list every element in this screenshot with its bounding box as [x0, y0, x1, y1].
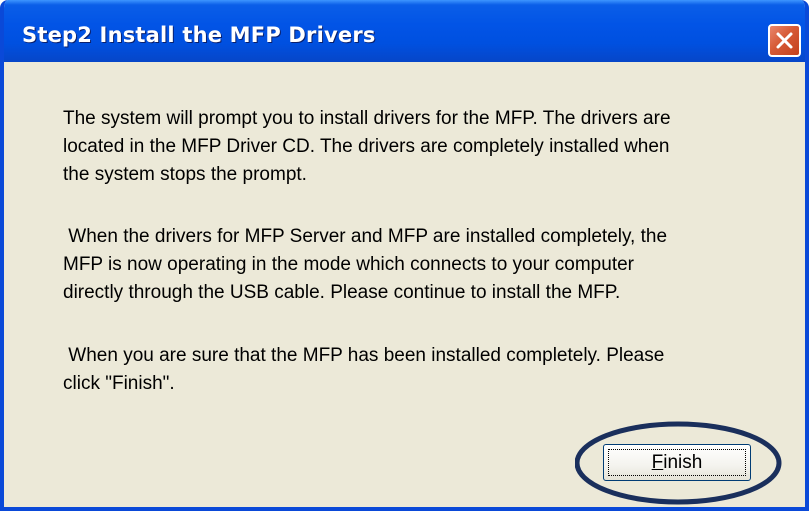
finish-button[interactable]: Finish [603, 444, 751, 481]
close-button[interactable] [768, 24, 801, 57]
instruction-paragraph-3: When you are sure that the MFP has been … [63, 345, 665, 394]
finish-label-rest: inish [663, 451, 703, 473]
instruction-paragraph-2: When the drivers for MFP Server and MFP … [63, 226, 668, 303]
finish-mnemonic: F [651, 451, 664, 473]
dialog-body: The system will prompt you to install dr… [4, 62, 805, 507]
finish-button-label: Finish [652, 452, 703, 474]
close-icon [776, 32, 793, 49]
instruction-paragraph-1: The system will prompt you to install dr… [63, 108, 671, 185]
title-bar[interactable]: Step2 Install the MFP Drivers [4, 0, 805, 62]
dialog-window: Step2 Install the MFP Drivers The system… [0, 0, 809, 511]
dialog-title: Step2 Install the MFP Drivers [22, 23, 376, 47]
